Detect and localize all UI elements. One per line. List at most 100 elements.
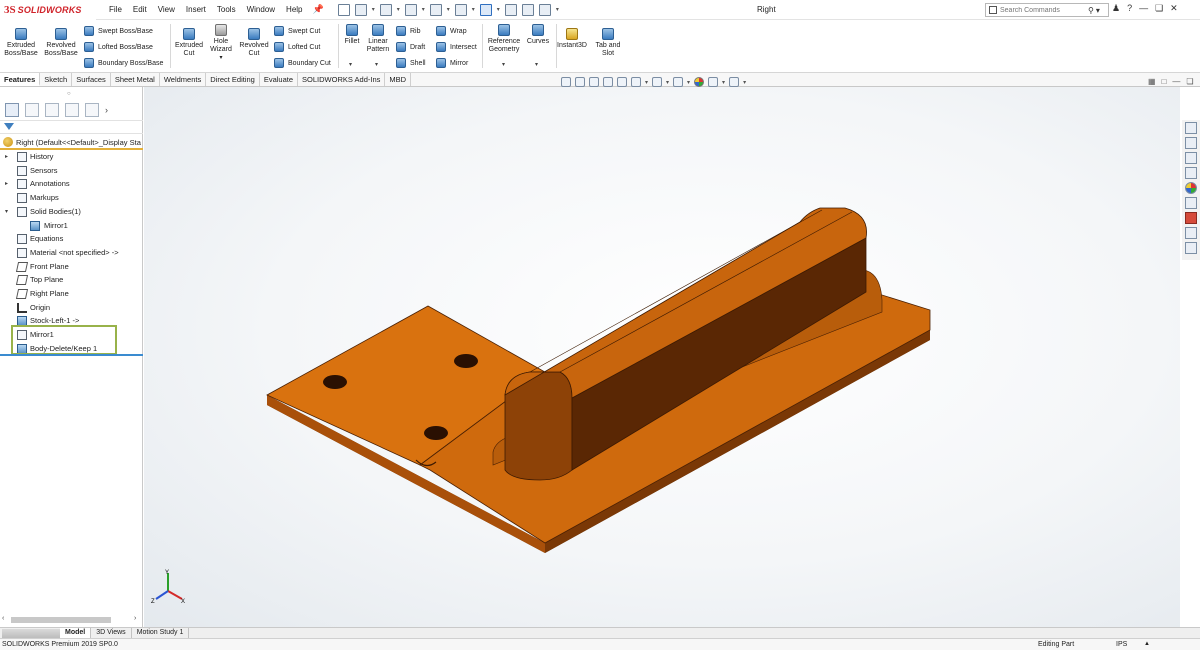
pin-icon[interactable]: 📌	[313, 4, 324, 15]
hole-wizard-button[interactable]: Hole Wizard ▾	[207, 24, 235, 62]
dynamic-annotation-icon[interactable]	[617, 77, 627, 87]
view-orientation-icon[interactable]	[631, 77, 641, 87]
panel-tabs-more-icon[interactable]: ›	[105, 105, 108, 115]
hide-show-dropdown-icon[interactable]: ▾	[687, 79, 690, 86]
scroll-left-icon[interactable]: ‹	[2, 615, 4, 622]
lofted-boss-button[interactable]: Lofted Boss/Base	[84, 42, 153, 52]
viewport-restore-icon[interactable]: □	[1162, 77, 1167, 86]
new-dropdown-icon[interactable]: ▾	[372, 6, 375, 13]
fillet-button[interactable]: Fillet	[340, 24, 364, 46]
property-manager-tab-icon[interactable]	[25, 103, 39, 117]
tab-sheet-metal[interactable]: Sheet Metal	[111, 73, 160, 86]
tab-weldments[interactable]: Weldments	[160, 73, 207, 86]
file-properties-icon[interactable]	[521, 3, 534, 16]
menu-file[interactable]: File	[109, 5, 122, 14]
help-icon[interactable]: ?	[1127, 3, 1132, 14]
intersect-button[interactable]: Intersect	[436, 42, 477, 52]
split-view-icon[interactable]: ▦	[1148, 77, 1156, 86]
tree-item-equations[interactable]: Equations	[0, 232, 143, 245]
tab-evaluate[interactable]: Evaluate	[260, 73, 299, 86]
close-icon[interactable]: ✕	[1170, 3, 1178, 14]
tab-features[interactable]: Features	[0, 73, 41, 86]
tab-solidworks-add-ins[interactable]: SOLIDWORKS Add-Ins	[298, 73, 386, 86]
part-model[interactable]	[144, 87, 1180, 627]
select-cursor-icon[interactable]	[479, 3, 492, 16]
tree-root[interactable]: Right (Default<<Default>_Display Sta	[0, 136, 143, 150]
previous-view-icon[interactable]	[589, 77, 599, 87]
tab-direct-editing[interactable]: Direct Editing	[206, 73, 260, 86]
extruded-boss-button[interactable]: Extruded Boss/Base	[4, 28, 38, 58]
tree-item-right-plane[interactable]: Right Plane	[0, 287, 143, 300]
tab-navigation-arrows[interactable]	[2, 628, 60, 638]
shell-button[interactable]: Shell	[396, 58, 426, 68]
menu-edit[interactable]: Edit	[133, 5, 147, 14]
tree-item-solid-bodies[interactable]: ▾ Solid Bodies(1)	[0, 205, 143, 218]
lofted-cut-button[interactable]: Lofted Cut	[274, 42, 320, 52]
tab-sketch[interactable]: Sketch	[40, 73, 73, 86]
hole-wizard-dropdown-icon[interactable]: ▾	[219, 54, 222, 62]
fillet-dropdown-icon[interactable]: ▾	[349, 61, 352, 68]
appearances-icon[interactable]	[1185, 182, 1197, 194]
graphics-viewport[interactable]: Y X Z	[144, 87, 1180, 627]
display-style-icon[interactable]	[652, 77, 663, 87]
panel-horizontal-scrollbar[interactable]: ‹ ›	[2, 615, 142, 625]
tab-motion-study-1[interactable]: Motion Study 1	[132, 627, 190, 639]
edit-appearance-icon[interactable]	[694, 77, 705, 87]
undo-dropdown-icon[interactable]: ▾	[472, 6, 475, 13]
configuration-manager-tab-icon[interactable]	[45, 103, 59, 117]
rebuild-icon[interactable]	[504, 3, 517, 16]
custom-properties-icon[interactable]	[1185, 197, 1197, 209]
tree-item-origin[interactable]: Origin	[0, 301, 143, 314]
print-icon[interactable]	[429, 3, 442, 16]
linear-pattern-button[interactable]: Linear Pattern	[365, 24, 391, 54]
view-settings-icon[interactable]	[729, 77, 740, 87]
swept-boss-button[interactable]: Swept Boss/Base	[84, 26, 153, 36]
mirror-button[interactable]: Mirror	[436, 58, 468, 68]
expand-arrow-icon[interactable]: ▸	[5, 180, 8, 187]
view-orientation-dropdown-icon[interactable]: ▾	[645, 79, 648, 86]
rollback-bar[interactable]	[0, 354, 143, 356]
scroll-right-icon[interactable]: ›	[134, 615, 136, 622]
tree-item-body-mirror1[interactable]: Mirror1	[0, 219, 143, 232]
section-view-icon[interactable]	[603, 77, 613, 87]
solidworks-logo[interactable]: 3S SOLIDWORKS	[0, 0, 96, 20]
dimxpert-manager-tab-icon[interactable]	[65, 103, 79, 117]
instant3d-button[interactable]: Instant3D	[556, 28, 588, 50]
tree-item-front-plane[interactable]: Front Plane	[0, 260, 143, 273]
new-document-icon[interactable]	[354, 3, 367, 16]
display-style-dropdown-icon[interactable]: ▾	[666, 79, 669, 86]
tree-item-history[interactable]: ▸ History	[0, 150, 143, 163]
tree-filter[interactable]	[0, 120, 143, 134]
swept-cut-button[interactable]: Swept Cut	[274, 26, 320, 36]
linear-pattern-dropdown-icon[interactable]: ▾	[375, 61, 378, 68]
curves-button[interactable]: Curves	[524, 24, 552, 46]
search-input[interactable]	[1000, 6, 1086, 14]
wrap-button[interactable]: Wrap	[436, 26, 467, 36]
apply-scene-dropdown-icon[interactable]: ▾	[722, 79, 725, 86]
tab-mbd[interactable]: MBD	[385, 73, 412, 86]
restore-icon[interactable]: ❏	[1155, 3, 1163, 14]
search-mode-icon[interactable]	[989, 6, 997, 14]
unit-system[interactable]: IPS	[1116, 641, 1127, 648]
open-folder-icon[interactable]	[379, 3, 392, 16]
rib-button[interactable]: Rib	[396, 26, 421, 36]
tree-item-top-plane[interactable]: Top Plane	[0, 273, 143, 286]
tree-item-markups[interactable]: Markups	[0, 191, 143, 204]
menu-help[interactable]: Help	[286, 5, 302, 14]
tab-model[interactable]: Model	[60, 627, 92, 639]
tab-and-slot-button[interactable]: Tab and Slot	[592, 28, 624, 58]
feature-manager-tab-icon[interactable]	[5, 103, 19, 117]
print-dropdown-icon[interactable]: ▾	[447, 6, 450, 13]
file-explorer-icon[interactable]	[1185, 152, 1197, 164]
collapse-arrow-icon[interactable]: ▾	[5, 208, 8, 215]
tree-item-material[interactable]: Material <not specified> ->	[0, 246, 143, 259]
viewport-minimize-icon[interactable]: —	[1172, 77, 1180, 86]
open-dropdown-icon[interactable]: ▾	[397, 6, 400, 13]
options-dropdown-icon[interactable]: ▾	[556, 6, 559, 13]
apply-scene-icon[interactable]	[708, 77, 719, 87]
revolved-cut-button[interactable]: Revolved Cut	[237, 28, 271, 58]
menu-view[interactable]: View	[158, 5, 175, 14]
scrollbar-thumb[interactable]	[11, 617, 111, 623]
search-icon[interactable]: ⚲	[1088, 6, 1094, 15]
reference-geometry-dropdown-icon[interactable]: ▾	[502, 61, 505, 68]
